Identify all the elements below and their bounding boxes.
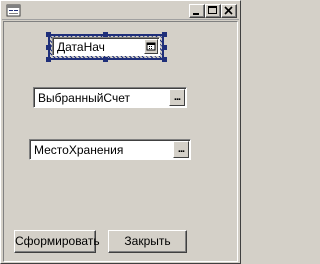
form-window-icon [6,4,21,17]
select-account-button[interactable]: ... [169,89,185,106]
title-bar[interactable] [2,2,239,20]
close-icon [224,6,233,15]
minimize-button[interactable] [189,4,205,18]
date-start-value: ДатаНач [57,40,105,54]
storage-location-value: МестоХранения [34,143,124,157]
resize-handle[interactable] [46,32,51,37]
close-form-button[interactable]: Закрыть [108,230,187,253]
minimize-icon [193,13,199,15]
maximize-button[interactable] [205,4,221,18]
date-start-field[interactable]: ДатаНач [52,37,160,56]
resize-handle[interactable] [46,45,51,50]
resize-handle[interactable] [46,57,51,62]
resize-handle[interactable] [103,57,108,62]
resize-handle[interactable] [162,45,167,50]
calendar-icon [146,42,156,51]
form-window: ДатаНач ВыбранныйСчет ... МестоХранения … [0,0,241,264]
resize-handle[interactable] [162,32,167,37]
calendar-button[interactable] [144,39,158,54]
generate-button[interactable]: Сформировать [14,230,100,253]
storage-location-field[interactable]: МестоХранения ... [29,139,191,160]
maximize-icon [208,6,217,14]
selected-account-value: ВыбранныйСчет [38,91,130,105]
select-account-button-label: ... [173,91,181,103]
close-button[interactable] [221,4,237,18]
select-storage-button[interactable]: ... [173,141,189,158]
select-storage-button-label: ... [177,143,185,155]
selected-account-field[interactable]: ВыбранныйСчет ... [33,87,187,108]
resize-handle[interactable] [162,57,167,62]
